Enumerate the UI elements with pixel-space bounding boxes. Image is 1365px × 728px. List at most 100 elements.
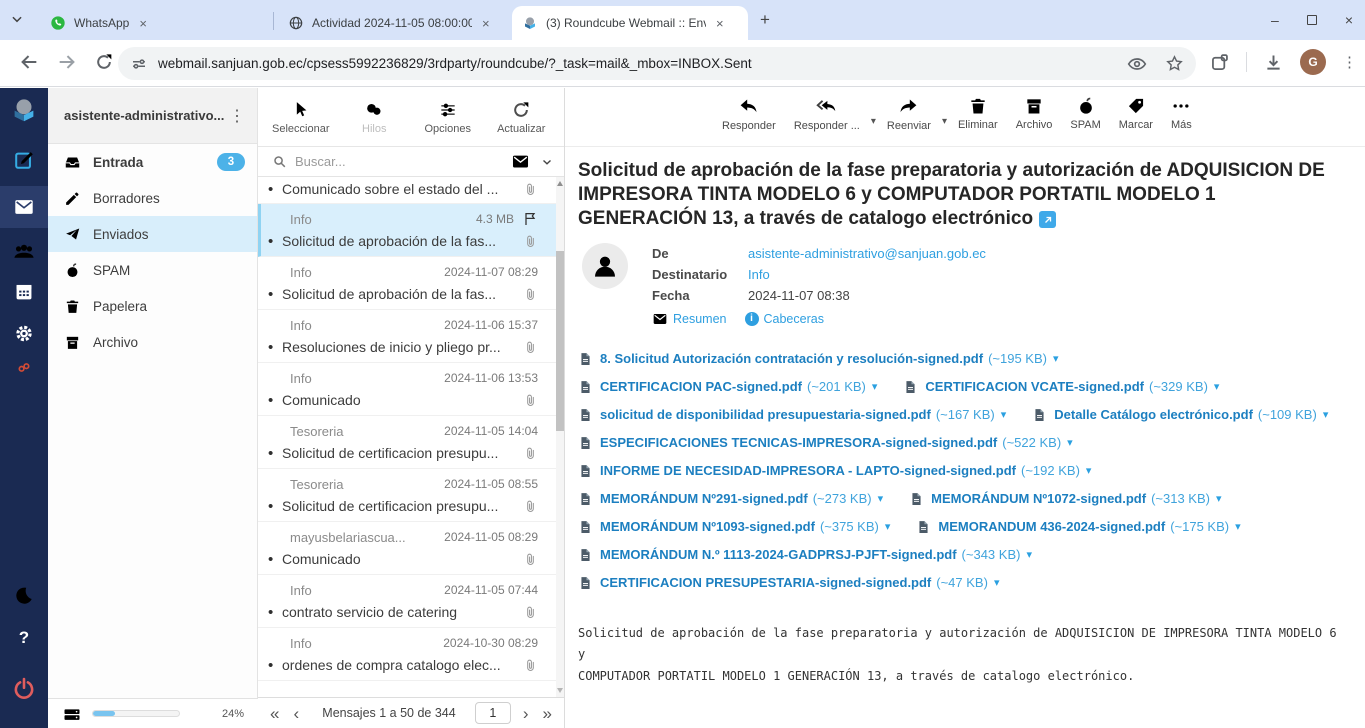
back-icon[interactable] xyxy=(18,51,40,73)
attachment-menu-icon[interactable]: ▾ xyxy=(1216,492,1222,505)
attachment-link[interactable]: MEMORÁNDUM Nº291-signed.pdf(~273 KB)▾ xyxy=(578,490,883,508)
compose-icon[interactable] xyxy=(13,149,35,171)
attachment-menu-icon[interactable]: ▾ xyxy=(1067,436,1073,449)
dark-mode-moon-icon[interactable] xyxy=(14,585,35,606)
attachment-menu-icon[interactable]: ▾ xyxy=(878,492,884,505)
to-address-link[interactable]: Info xyxy=(748,264,770,285)
table-row[interactable]: Info2024-10-30 08:29 •ordenes de compra … xyxy=(258,628,564,681)
profile-avatar[interactable]: G xyxy=(1300,49,1326,75)
table-row[interactable]: Info2024-11-05 07:44 •contrato servicio … xyxy=(258,575,564,628)
forward-button[interactable]: Reenviar xyxy=(878,96,940,132)
browser-menu-icon[interactable]: ⋮ xyxy=(1342,53,1357,71)
reply-button[interactable]: Responder xyxy=(713,96,785,132)
address-bar[interactable]: webmail.sanjuan.gob.ec/cpsess5992236829/… xyxy=(118,47,1196,80)
table-row-selected[interactable]: Info 4.3 MB • Solicitud de aprobación de… xyxy=(258,204,564,257)
spam-button[interactable]: SPAM xyxy=(1061,96,1109,131)
minimize-button[interactable]: – xyxy=(1271,12,1279,28)
table-row[interactable]: Info2024-11-07 08:29 •Solicitud de aprob… xyxy=(258,257,564,310)
table-row[interactable]: Tesoreria2024-11-05 14:04 •Solicitud de … xyxy=(258,416,564,469)
logout-power-icon[interactable] xyxy=(11,676,37,702)
from-address-link[interactable]: asistente-administrativo@sanjuan.gob.ec xyxy=(748,243,986,264)
attachment-menu-icon[interactable]: ▾ xyxy=(1235,520,1241,533)
attachment-link[interactable]: CERTIFICACION VCATE-signed.pdf(~329 KB)▾ xyxy=(903,378,1219,396)
sidebar-item-enviados[interactable]: Enviados xyxy=(48,216,257,252)
reply-all-button[interactable]: Responder ... xyxy=(785,96,869,132)
scroll-up-arrow[interactable] xyxy=(557,181,563,186)
first-page-button[interactable]: « xyxy=(270,705,279,722)
calendar-icon[interactable] xyxy=(14,281,35,302)
url-text[interactable]: webmail.sanjuan.gob.ec/cpsess5992236829/… xyxy=(158,56,1127,71)
attachment-link[interactable]: 8. Solicitud Autorización contratación y… xyxy=(578,350,1059,368)
cpanel-link-icon[interactable] xyxy=(16,359,33,376)
attachment-menu-icon[interactable]: ▾ xyxy=(872,380,878,393)
attachment-menu-icon[interactable]: ▾ xyxy=(1053,352,1059,365)
tab-roundcube[interactable]: (3) Roundcube Webmail :: Envi × xyxy=(512,6,748,40)
options-button[interactable]: Opciones xyxy=(411,100,485,135)
contacts-icon[interactable] xyxy=(13,239,36,262)
tab-search-chevron-icon[interactable] xyxy=(10,12,24,26)
sidebar-item-archivo[interactable]: Archivo xyxy=(48,324,257,360)
archive-button[interactable]: Archivo xyxy=(1007,96,1062,131)
tab-close-icon[interactable]: × xyxy=(716,16,724,31)
page-number-input[interactable] xyxy=(475,702,511,724)
sidebar-item-borradores[interactable]: Borradores xyxy=(48,180,257,216)
sidebar-item-entrada[interactable]: Entrada 3 xyxy=(48,144,257,180)
tab-actividad[interactable]: Actividad 2024-11-05 08:00:00 × xyxy=(278,6,508,40)
attachment-link[interactable]: solicitud de disponibilidad presupuestar… xyxy=(578,406,1006,424)
tab-whatsapp[interactable]: WhatsApp × xyxy=(40,6,270,40)
search-scope-chevron-icon[interactable] xyxy=(540,155,554,169)
folder-options-icon[interactable]: ⋮ xyxy=(229,106,245,126)
mark-button[interactable]: Marcar xyxy=(1110,96,1162,131)
scope-envelope-icon[interactable] xyxy=(511,152,530,171)
attachment-link[interactable]: CERTIFICACION PRESUPESTARIA-signed-signe… xyxy=(578,574,999,592)
attachment-link[interactable]: MEMORÁNDUM Nº1072-signed.pdf(~313 KB)▾ xyxy=(909,490,1221,508)
flag-icon[interactable] xyxy=(522,211,538,227)
roundcube-logo-icon[interactable] xyxy=(9,95,39,125)
headers-link[interactable]: i Cabeceras xyxy=(745,312,824,326)
attachment-link[interactable]: ESPECIFICACIONES TECNICAS-IMPRESORA-sign… xyxy=(578,434,1073,452)
tab-close-icon[interactable]: × xyxy=(482,16,490,31)
extensions-icon[interactable] xyxy=(1209,52,1230,73)
summary-link[interactable]: Resumen xyxy=(652,311,727,327)
close-button[interactable]: × xyxy=(1345,12,1353,28)
attachment-link[interactable]: CERTIFICACION PAC-signed.pdf(~201 KB)▾ xyxy=(578,378,877,396)
last-page-button[interactable]: » xyxy=(543,705,552,722)
attachment-link[interactable]: MEMORANDUM 436-2024-signed.pdf(~175 KB)▾ xyxy=(916,518,1240,536)
mail-icon[interactable] xyxy=(13,196,35,218)
attachment-link[interactable]: MEMORÁNDUM N.º 1113-2024-GADPRSJ-PJFT-si… xyxy=(578,546,1032,564)
help-icon[interactable]: ? xyxy=(19,628,29,648)
list-scrollbar[interactable] xyxy=(556,177,564,697)
next-page-button[interactable]: › xyxy=(523,705,529,722)
attachment-menu-icon[interactable]: ▾ xyxy=(1001,408,1007,421)
table-row[interactable]: Info2024-11-06 13:53 •Comunicado xyxy=(258,363,564,416)
attachment-menu-icon[interactable]: ▾ xyxy=(1086,464,1092,477)
sidebar-item-papelera[interactable]: Papelera xyxy=(48,288,257,324)
attachment-menu-icon[interactable]: ▾ xyxy=(885,520,891,533)
table-row[interactable]: Tesoreria2024-11-05 08:55 •Solicitud de … xyxy=(258,469,564,522)
downloads-icon[interactable] xyxy=(1263,52,1284,73)
table-row[interactable]: Info2024-11-06 15:37 •Resoluciones de in… xyxy=(258,310,564,363)
forward-icon[interactable] xyxy=(56,51,78,73)
attachment-menu-icon[interactable]: ▾ xyxy=(1214,380,1220,393)
delete-button[interactable]: Eliminar xyxy=(949,96,1007,131)
tab-close-icon[interactable]: × xyxy=(139,16,147,31)
preview-eye-icon[interactable] xyxy=(1127,54,1147,74)
site-settings-icon[interactable] xyxy=(130,55,148,73)
search-input[interactable] xyxy=(295,154,511,169)
edit-as-new-icon[interactable] xyxy=(1039,211,1056,228)
select-button[interactable]: Seleccionar xyxy=(264,100,338,135)
attachment-link[interactable]: Detalle Catálogo electrónico.pdf(~109 KB… xyxy=(1032,406,1328,424)
refresh-button[interactable]: Actualizar xyxy=(485,100,559,135)
restore-button[interactable] xyxy=(1307,15,1317,25)
new-tab-button[interactable]: + xyxy=(760,10,770,30)
more-button[interactable]: Más xyxy=(1162,96,1201,131)
attachment-menu-icon[interactable]: ▾ xyxy=(1026,548,1032,561)
forward-dropdown-icon[interactable]: ▾ xyxy=(940,116,949,127)
table-row[interactable]: mayusbelariascua...2024-11-05 08:29 •Com… xyxy=(258,522,564,575)
attachment-menu-icon[interactable]: ▾ xyxy=(1323,408,1329,421)
threads-button[interactable]: Hilos xyxy=(338,100,412,135)
settings-gear-icon[interactable] xyxy=(14,323,35,344)
reply-all-dropdown-icon[interactable]: ▾ xyxy=(869,116,878,127)
reload-icon[interactable] xyxy=(94,52,114,72)
bookmark-star-icon[interactable] xyxy=(1165,54,1184,73)
